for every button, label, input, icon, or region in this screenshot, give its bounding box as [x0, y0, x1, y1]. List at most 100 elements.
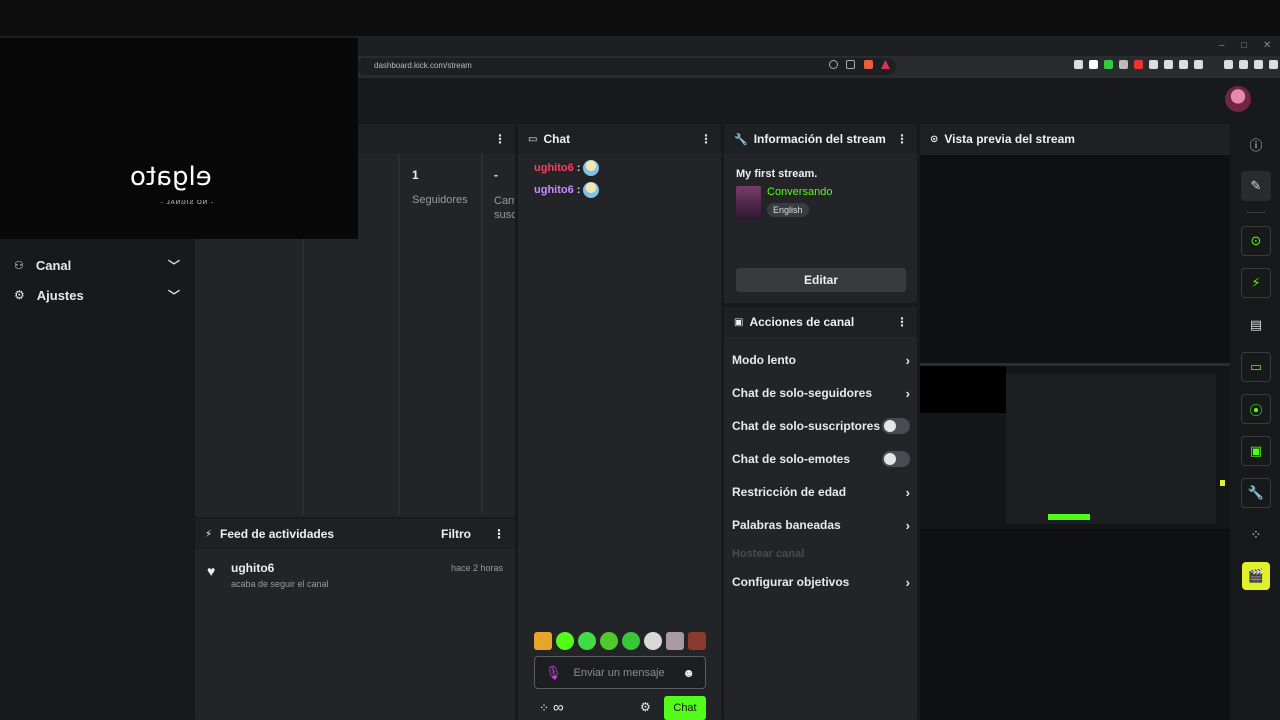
more-options-icon[interactable]: ⋮	[700, 132, 712, 146]
chat-input-placeholder: Enviar un mensaje	[573, 666, 665, 679]
screen-top-bar	[0, 0, 1280, 36]
preview-capture-overlay	[920, 366, 1006, 413]
sidebar-item-ajustes[interactable]: ⚙ Ajustes ﹀	[14, 285, 180, 305]
more-options-icon[interactable]: ⋮	[493, 527, 505, 541]
emote-icon[interactable]	[534, 632, 552, 650]
chat-settings-icon[interactable]: ⚙	[640, 700, 651, 714]
kick-points-icon[interactable]: ⁘	[539, 701, 549, 715]
action-host-channel: Hostear canal	[732, 545, 910, 563]
chat-widget-icon[interactable]: ▭	[1241, 352, 1271, 382]
subscribers-only-toggle[interactable]	[882, 418, 910, 434]
stream-info-header: 🔧 Información del stream ⋮	[724, 124, 917, 154]
channel-actions-icon: ▣	[734, 316, 744, 328]
edit-button[interactable]: Editar	[736, 268, 906, 292]
action-label: Hostear canal	[732, 548, 805, 560]
stream-title: My first stream.	[736, 168, 818, 180]
activity-widget-icon[interactable]: ⚡	[1241, 268, 1271, 298]
chat-title: Chat	[543, 132, 571, 146]
microphone-icon[interactable]: 🎙	[545, 665, 562, 681]
bolt-icon: ⚡	[205, 528, 213, 540]
feed-time: hace 2 horas	[450, 563, 503, 573]
sidebar-item-canal[interactable]: ⚇ Canal ﹀	[14, 255, 180, 275]
extension-icons[interactable]	[1074, 60, 1280, 72]
sidebar-item-label: Ajustes	[36, 287, 84, 303]
category-link[interactable]: Conversando	[767, 186, 832, 198]
chat-header: ▭ Chat ⋮	[518, 124, 721, 154]
clapper-icon[interactable]: 🎬	[1242, 562, 1270, 590]
action-followers-only[interactable]: Chat de solo-seguidores ›	[732, 384, 910, 402]
emote-icon	[583, 182, 600, 198]
chat-panel: ▭ Chat ⋮ ughito6: ughito6:	[518, 124, 721, 720]
action-subscribers-only: Chat de solo-suscriptores	[732, 417, 910, 435]
emote-icon[interactable]	[666, 632, 684, 650]
broadcast-icon[interactable]: ⦿	[1241, 394, 1271, 424]
stat-value: -	[494, 168, 498, 182]
send-chat-button[interactable]: Chat	[664, 696, 706, 720]
emoji-icon[interactable]: ☻	[682, 666, 695, 680]
stream-info-widget-icon[interactable]: 🔧	[1241, 478, 1271, 508]
action-banned-words[interactable]: Palabras baneadas ›	[732, 516, 910, 534]
channel-icon: ⚇	[14, 259, 24, 272]
emote-icon[interactable]	[688, 632, 706, 650]
category-thumbnail	[736, 186, 761, 220]
zoom-icon[interactable]	[829, 60, 838, 69]
chat-input[interactable]: 🎙 Enviar un mensaje ☻	[534, 656, 706, 689]
emote-icon[interactable]	[600, 632, 618, 650]
gear-icon: ⚙	[14, 288, 25, 302]
action-slow-mode[interactable]: Modo lento ›	[732, 351, 910, 369]
infinity-icon[interactable]: ∞	[553, 699, 564, 716]
stat-value: 1	[412, 168, 419, 182]
more-options-icon[interactable]: ⋮	[896, 315, 908, 329]
preview-screen-capture	[920, 363, 1230, 529]
chat-username[interactable]: ughito6	[534, 184, 574, 196]
brave-shield-icon[interactable]	[864, 60, 873, 69]
activity-feed-title: Feed de actividades	[220, 527, 335, 541]
emote-icon	[583, 160, 600, 176]
filter-button[interactable]: Filtro	[441, 527, 471, 541]
emote-icon[interactable]	[556, 632, 574, 650]
stat-subscribers: - Cant susc	[481, 154, 515, 514]
user-avatar[interactable]	[1225, 86, 1251, 112]
preview-accent	[1220, 480, 1225, 486]
more-options-icon[interactable]: ⋮	[896, 132, 908, 146]
action-label: Chat de solo-seguidores	[732, 386, 873, 400]
emote-icon[interactable]	[644, 632, 662, 650]
edit-layout-icon[interactable]: ✎	[1241, 171, 1271, 201]
action-label: Restricción de edad	[732, 485, 847, 499]
channel-actions-title: Acciones de canal	[749, 315, 855, 329]
list-item: ♥ ughito6 acaba de seguir el canal hace …	[195, 549, 515, 589]
chat-icon: ▭	[528, 133, 538, 145]
chevron-right-icon: ›	[905, 517, 910, 533]
action-label: Chat de solo-suscriptores	[732, 419, 881, 433]
language-badge: English	[767, 203, 809, 217]
sidebar-item-label: Canal	[35, 257, 72, 273]
emotes-only-toggle[interactable]	[882, 451, 910, 467]
emote-icon[interactable]	[622, 632, 640, 650]
action-age-restriction[interactable]: Restricción de edad ›	[732, 483, 910, 501]
points-icon[interactable]: ⁘	[1241, 520, 1271, 550]
info-icon[interactable]: ⓘ	[1241, 129, 1271, 159]
emote-bar[interactable]	[534, 632, 706, 652]
chat-message: ughito6:	[534, 182, 721, 198]
notes-icon[interactable]: ▤	[1241, 310, 1271, 340]
channel-actions-widget-icon[interactable]: ▣	[1241, 436, 1271, 466]
channel-actions-header: ▣ Acciones de canal ⋮	[724, 307, 917, 337]
chevron-down-icon: ﹀	[167, 288, 180, 303]
emote-icon[interactable]	[578, 632, 596, 650]
share-icon[interactable]	[846, 60, 855, 69]
chevron-right-icon: ›	[905, 352, 910, 368]
stat-label: Cant susc	[494, 195, 515, 221]
action-configure-goals[interactable]: Configurar objetivos ›	[732, 573, 910, 591]
preview-widget-icon[interactable]: ⊙	[1241, 226, 1271, 256]
minimize-button[interactable]: –	[1219, 40, 1225, 51]
maximize-button[interactable]: □	[1241, 40, 1247, 51]
more-options-icon[interactable]: ⋮	[494, 132, 506, 146]
chevron-right-icon: ›	[905, 385, 910, 401]
feed-action: acaba de seguir el canal	[231, 579, 329, 589]
stat-followers: 1 Seguidores	[398, 154, 481, 514]
action-label: Modo lento	[732, 353, 796, 367]
activity-feed-panel: ⚡ Feed de actividades Filtro ⋮ ♥ ughito6…	[195, 519, 515, 720]
close-window-button[interactable]: ✕	[1263, 40, 1271, 51]
chat-username[interactable]: ughito6	[534, 162, 574, 174]
preview-emote-strip	[1048, 514, 1090, 520]
